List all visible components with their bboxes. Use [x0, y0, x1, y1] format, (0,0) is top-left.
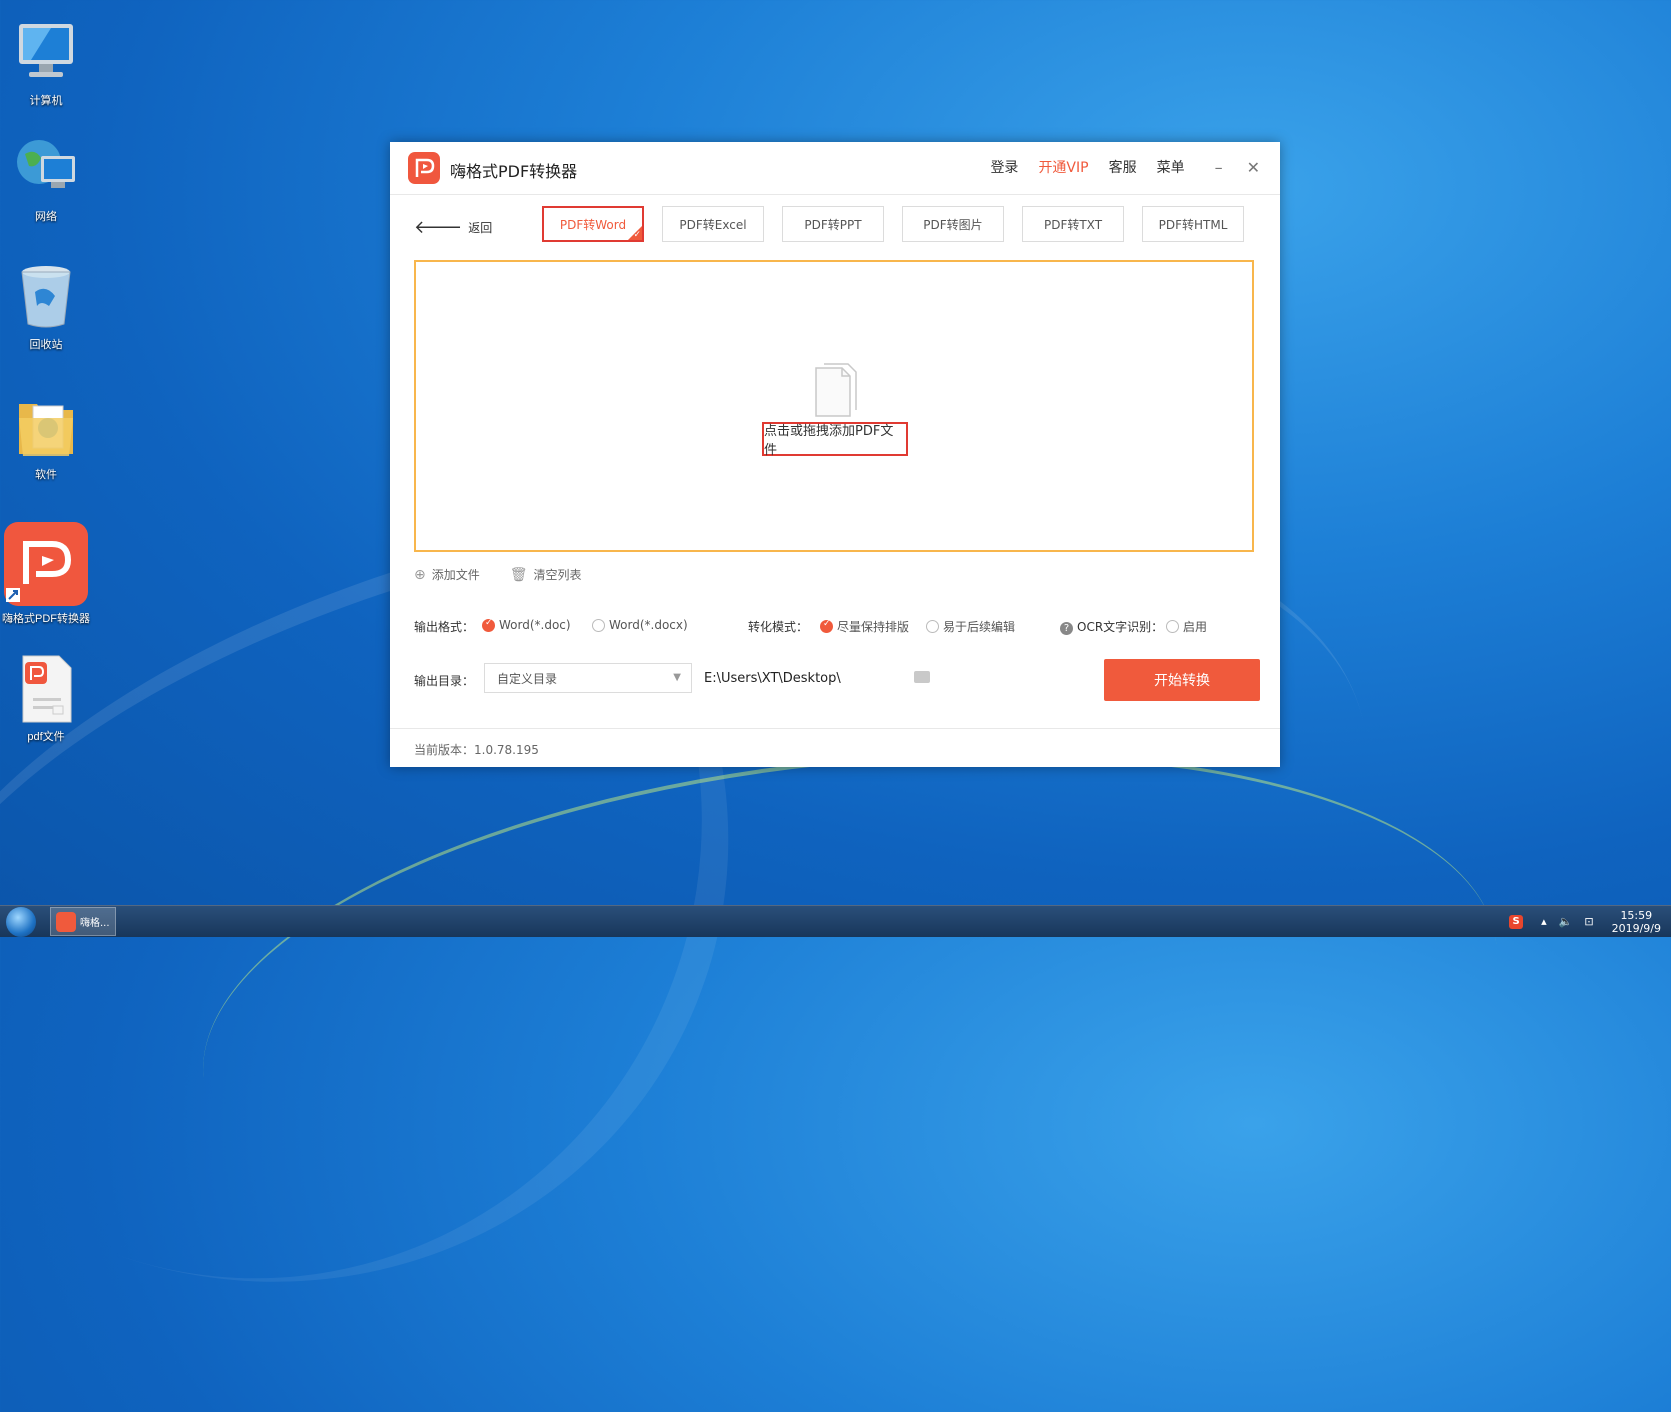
volume-icon[interactable]: 🔈 [1559, 915, 1573, 928]
app-window: 嗨格式PDF转换器 登录 开通VIP 客服 菜单 – ✕ 🡐 返回 PDF转Wo… [390, 142, 1280, 767]
computer-icon [11, 18, 81, 88]
help-icon[interactable]: ? [1060, 622, 1073, 635]
desktop-icon-software[interactable]: 软件 [2, 392, 90, 482]
desktop-icon-label: 软件 [35, 469, 57, 481]
folder-icon [11, 392, 81, 462]
add-file-button[interactable]: ⊕ 添加文件 [414, 566, 480, 583]
document-icon [812, 362, 860, 418]
output-format-label: 输出格式： [414, 620, 475, 634]
login-link[interactable]: 登录 [990, 157, 1018, 177]
desktop-icon-pdf-file[interactable]: pdf文件 [2, 654, 90, 744]
tab-pdf-to-excel[interactable]: PDF转Excel [662, 206, 764, 242]
desktop-icon-computer[interactable]: 计算机 [2, 18, 90, 108]
chevron-down-icon: ▼ [673, 672, 681, 683]
recycle-bin-icon [11, 262, 81, 332]
ocr-enable-radio[interactable]: 启用 [1166, 618, 1207, 635]
network-icon [11, 134, 81, 204]
desktop-icon-label: pdf文件 [27, 731, 65, 743]
taskbar-app-button[interactable]: 嗨格... [50, 907, 116, 936]
tab-label: PDF转Excel [679, 217, 747, 232]
clock[interactable]: 15:59 2019/9/9 [1612, 909, 1661, 935]
clock-time: 15:59 [1620, 908, 1653, 922]
clock-date: 2019/9/9 [1611, 921, 1661, 935]
input-method-icon[interactable]: S [1509, 914, 1524, 929]
version-text: 当前版本：1.0.78.195 [414, 743, 539, 757]
mode-easy-edit-radio[interactable]: 易于后续编辑 [926, 618, 1015, 635]
options-row: 输出格式： Word(*.doc) Word(*.docx) 转化模式： 尽量保… [414, 616, 1254, 636]
tab-pdf-to-txt[interactable]: PDF转TXT [1022, 206, 1124, 242]
pdf-file-icon [11, 654, 81, 724]
tab-pdf-to-image[interactable]: PDF转图片 [902, 206, 1004, 242]
desktop-icon-pdf-converter[interactable]: 嗨格式PDF转换器 [2, 522, 90, 626]
radio-label: Word(*.docx) [609, 618, 688, 632]
vip-link[interactable]: 开通VIP [1038, 157, 1088, 177]
tab-label: PDF转图片 [923, 217, 983, 232]
radio-checked-icon [482, 618, 495, 632]
desktop-icon-label: 嗨格式PDF转换器 [2, 613, 90, 625]
folder-browse-icon[interactable] [914, 671, 930, 683]
back-arrow-icon: 🡐 [414, 217, 463, 238]
tab-label: PDF转Word [559, 217, 627, 232]
back-label: 返回 [468, 221, 493, 235]
tab-pdf-to-html[interactable]: PDF转HTML [1142, 206, 1244, 242]
desktop-icon-label: 回收站 [29, 339, 63, 351]
output-path: E:\Users\XT\Desktop\ [704, 671, 841, 686]
menu-link[interactable]: 菜单 [1157, 157, 1185, 177]
format-doc-radio[interactable]: Word(*.doc) [482, 618, 571, 632]
close-button[interactable]: ✕ [1247, 158, 1260, 177]
convert-mode-label: 转化模式： [748, 620, 809, 634]
radio-checked-icon [820, 619, 833, 633]
chevron-up-icon[interactable]: ▴ [1541, 915, 1547, 928]
radio-unchecked-icon [1166, 620, 1179, 633]
ocr-label-group: ? OCR文字识别： [1060, 618, 1163, 635]
mode-keep-layout-radio[interactable]: 尽量保持排版 [820, 618, 909, 635]
file-dropzone[interactable]: 点击或拖拽添加PDF文件 [414, 260, 1254, 552]
app-logo-icon [408, 152, 440, 184]
pdf-converter-icon [4, 522, 88, 606]
tab-pdf-to-word[interactable]: PDF转Word ✓ [542, 206, 644, 242]
add-file-label: 添加文件 [431, 568, 480, 582]
minimize-button[interactable]: – [1215, 158, 1223, 177]
tab-pdf-to-ppt[interactable]: PDF转PPT [782, 206, 884, 242]
start-button[interactable] [6, 907, 36, 937]
output-dir-select[interactable]: 自定义目录 ▼ [484, 663, 692, 693]
format-docx-radio[interactable]: Word(*.docx) [592, 618, 688, 632]
tab-label: PDF转TXT [1043, 217, 1103, 232]
clear-list-label: 清空列表 [533, 568, 582, 582]
desktop-icon-network[interactable]: 网络 [2, 134, 90, 224]
start-convert-button[interactable]: 开始转换 [1104, 659, 1260, 701]
ocr-label: OCR文字识别： [1077, 620, 1164, 634]
desktop-icon-label: 计算机 [29, 95, 63, 107]
system-tray: S ▴ 🔈 ⊡ 15:59 2019/9/9 [1509, 906, 1661, 937]
radio-unchecked-icon [926, 620, 939, 633]
check-icon: ✓ [633, 230, 641, 240]
radio-label: 易于后续编辑 [943, 620, 1016, 634]
conversion-tabs: PDF转Word ✓ PDF转Excel PDF转PPT PDF转图片 PDF转… [542, 206, 1244, 242]
output-dir-row: 输出目录： 自定义目录 ▼ E:\Users\XT\Desktop\ 开始转换 [414, 659, 1260, 701]
network-tray-icon[interactable]: ⊡ [1584, 915, 1593, 928]
tab-label: PDF转PPT [804, 217, 862, 232]
trash-icon: 🗑 [509, 566, 528, 583]
footer: 当前版本：1.0.78.195 [390, 728, 1280, 768]
add-circle-icon: ⊕ [414, 566, 426, 583]
output-dir-label: 输出目录： [414, 674, 475, 688]
tab-label: PDF转HTML [1158, 217, 1228, 232]
taskbar: 嗨格... S ▴ 🔈 ⊡ 15:59 2019/9/9 [0, 905, 1671, 937]
taskbar-app-label: 嗨格... [80, 918, 110, 929]
title-bar: 嗨格式PDF转换器 登录 开通VIP 客服 菜单 – ✕ [390, 142, 1280, 195]
app-title: 嗨格式PDF转换器 [450, 162, 578, 181]
dropzone-text[interactable]: 点击或拖拽添加PDF文件 [762, 422, 908, 458]
desktop-icon-label: 网络 [35, 211, 57, 223]
radio-label: 启用 [1183, 620, 1208, 634]
select-value: 自定义目录 [497, 671, 558, 686]
radio-label: 尽量保持排版 [837, 620, 910, 634]
service-link[interactable]: 客服 [1109, 157, 1137, 177]
back-button[interactable]: 🡐 返回 [414, 217, 492, 238]
radio-unchecked-icon [592, 618, 605, 632]
radio-label: Word(*.doc) [499, 618, 571, 632]
clear-list-button[interactable]: 🗑 清空列表 [510, 566, 582, 583]
desktop-icon-recycle-bin[interactable]: 回收站 [2, 262, 90, 352]
pdf-converter-icon [56, 911, 76, 932]
